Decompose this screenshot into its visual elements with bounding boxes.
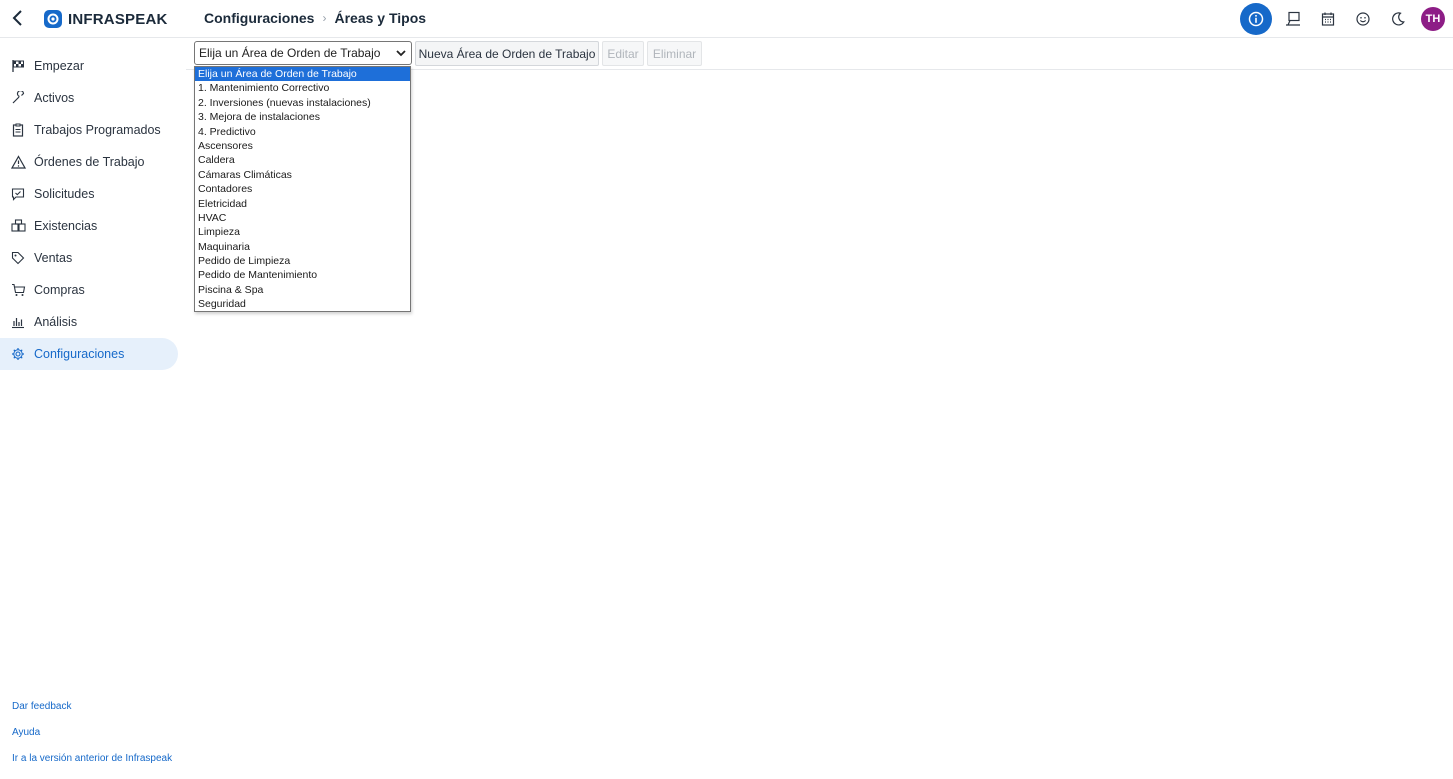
sidebar-item-label: Solicitudes	[34, 187, 95, 201]
dropdown-option[interactable]: Seguridad	[195, 297, 410, 311]
feedback-link[interactable]: Dar feedback	[12, 701, 71, 712]
dropdown-option[interactable]: Caldera	[195, 153, 410, 167]
dropdown-option[interactable]: Limpieza	[195, 225, 410, 239]
sidebar-item-analisis[interactable]: Análisis	[0, 306, 178, 338]
breadcrumb-parent[interactable]: Configuraciones	[204, 10, 314, 26]
sidebar-item-compras[interactable]: Compras	[0, 274, 178, 306]
dropdown-option[interactable]: Maquinaria	[195, 240, 410, 254]
area-dropdown-list: Elija un Área de Orden de Trabajo 1. Man…	[194, 66, 411, 312]
breadcrumb: Configuraciones › Áreas y Tipos	[204, 10, 426, 26]
calendar-icon[interactable]	[1310, 3, 1345, 35]
checkered-flag-icon	[10, 58, 26, 74]
sidebar-item-label: Empezar	[34, 59, 85, 73]
dropdown-option[interactable]: 3. Mejora de instalaciones	[195, 110, 410, 124]
dropdown-option[interactable]: Cámaras Climáticas	[195, 168, 410, 182]
chevron-down-icon	[395, 46, 407, 63]
dropdown-option[interactable]: Elija un Área de Orden de Trabajo	[195, 67, 410, 82]
back-arrow-icon[interactable]	[8, 8, 28, 28]
sidebar-item-ventas[interactable]: Ventas	[0, 242, 178, 274]
sidebar-item-existencias[interactable]: Existencias	[0, 210, 178, 242]
kiosk-icon[interactable]	[1275, 3, 1310, 35]
sidebar-item-trabajos-programados[interactable]: Trabajos Programados	[0, 114, 178, 146]
dropdown-option[interactable]: 1. Mantenimiento Correctivo	[195, 81, 410, 95]
dropdown-option[interactable]: Eletricidad	[195, 197, 410, 211]
dropdown-option[interactable]: HVAC	[195, 211, 410, 225]
avatar[interactable]: TH	[1421, 7, 1445, 31]
dropdown-option[interactable]: Pedido de Limpieza	[195, 254, 410, 268]
dropdown-option[interactable]: Pedido de Mantenimiento	[195, 268, 410, 282]
bar-chart-icon	[10, 314, 26, 330]
sidebar-item-solicitudes[interactable]: Solicitudes	[0, 178, 178, 210]
dropdown-option[interactable]: Piscina & Spa	[195, 283, 410, 297]
sidebar-item-ordenes-de-trabajo[interactable]: Órdenes de Trabajo	[0, 146, 178, 178]
top-bar: INFRASPEAK Configuraciones › Áreas y Tip…	[0, 0, 1453, 38]
delete-button[interactable]: Eliminar	[647, 41, 702, 66]
area-select[interactable]: Elija un Área de Orden de Trabajo	[194, 41, 412, 65]
sidebar-item-label: Existencias	[34, 219, 98, 233]
logo-text: INFRASPEAK	[68, 10, 168, 28]
sidebar-item-label: Órdenes de Trabajo	[34, 155, 145, 169]
new-area-button[interactable]: Nueva Área de Orden de Trabajo	[415, 41, 599, 66]
message-check-icon	[10, 186, 26, 202]
dropdown-option[interactable]: 2. Inversiones (nuevas instalaciones)	[195, 96, 410, 110]
sidebar-item-empezar[interactable]: Empezar	[0, 50, 178, 82]
gear-icon	[10, 346, 26, 362]
boxes-icon	[10, 218, 26, 234]
area-select-value: Elija un Área de Orden de Trabajo	[199, 46, 381, 60]
sidebar: Empezar Activos Trabajos Programados Órd…	[0, 38, 186, 779]
warning-icon	[10, 154, 26, 170]
cart-icon	[10, 282, 26, 298]
dropdown-option[interactable]: Contadores	[195, 182, 410, 196]
page-title: Áreas y Tipos	[334, 10, 427, 26]
info-icon[interactable]	[1240, 3, 1272, 35]
logo-icon	[44, 10, 62, 28]
help-link[interactable]: Ayuda	[12, 727, 40, 738]
sidebar-item-label: Activos	[34, 91, 75, 105]
sidebar-item-configuraciones[interactable]: Configuraciones	[0, 338, 178, 370]
smiley-icon[interactable]	[1345, 3, 1380, 35]
sidebar-item-label: Análisis	[34, 315, 78, 329]
breadcrumb-separator: ›	[322, 11, 327, 25]
sidebar-item-label: Configuraciones	[34, 347, 125, 361]
logo[interactable]: INFRASPEAK	[44, 9, 168, 29]
sidebar-item-label: Ventas	[34, 251, 73, 265]
clipboard-icon	[10, 122, 26, 138]
tag-icon	[10, 250, 26, 266]
edit-button[interactable]: Editar	[602, 41, 644, 66]
previous-version-link[interactable]: Ir a la versión anterior de Infraspeak	[12, 753, 172, 764]
dropdown-option[interactable]: 4. Predictivo	[195, 125, 410, 139]
dropdown-option[interactable]: Ascensores	[195, 139, 410, 153]
sidebar-item-label: Trabajos Programados	[34, 123, 161, 137]
moon-icon[interactable]	[1380, 3, 1415, 35]
sidebar-item-activos[interactable]: Activos	[0, 82, 178, 114]
sidebar-item-label: Compras	[34, 283, 85, 297]
header-actions: TH	[1240, 3, 1453, 35]
wrench-icon	[10, 90, 26, 106]
